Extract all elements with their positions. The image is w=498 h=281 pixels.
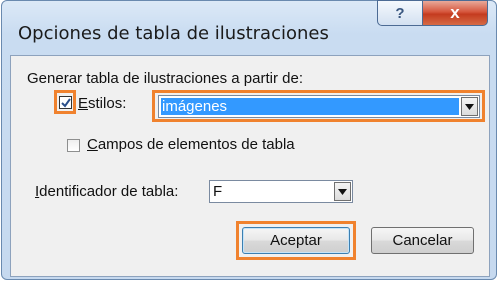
estilos-checkbox[interactable] [59,96,72,109]
help-icon: ? [395,4,405,22]
help-button[interactable]: ? [377,0,423,26]
chevron-down-icon [465,103,474,110]
checkmark-icon [61,98,71,108]
section-label: Generar tabla de ilustraciones a partir … [27,70,303,87]
close-icon: x [450,3,460,22]
estilos-value: imágenes [162,98,228,115]
campos-checkbox[interactable] [67,139,80,152]
campos-mnemonic: C [87,136,98,153]
estilos-label[interactable]: Estilos: [78,95,126,112]
campos-label[interactable]: Campos de elementos de tabla [87,136,295,153]
identificador-dropdown-button[interactable] [334,182,351,201]
estilos-mnemonic: E [78,95,89,112]
identificador-label: Identificador de tabla: [35,183,178,200]
campos-label-text: ampos de elementos de tabla [97,136,295,153]
aceptar-button[interactable]: Aceptar [242,227,350,254]
estilos-dropdown-button[interactable] [461,97,478,116]
identificador-combobox[interactable]: F [209,180,353,203]
cancelar-button[interactable]: Cancelar [371,227,474,254]
chevron-down-icon [338,188,347,195]
dialog-body: Generar tabla de ilustraciones a partir … [10,55,490,277]
dialog-title: Opciones de tabla de ilustraciones [18,23,329,44]
close-button[interactable]: x [422,0,488,26]
dialog-window: Opciones de tabla de ilustraciones ? x G… [1,0,497,280]
identificador-label-text: dentificador de tabla: [39,183,179,200]
identificador-value: F [213,183,223,200]
estilos-combobox[interactable]: imágenes [158,95,480,118]
estilos-label-text: stilos: [88,95,127,112]
